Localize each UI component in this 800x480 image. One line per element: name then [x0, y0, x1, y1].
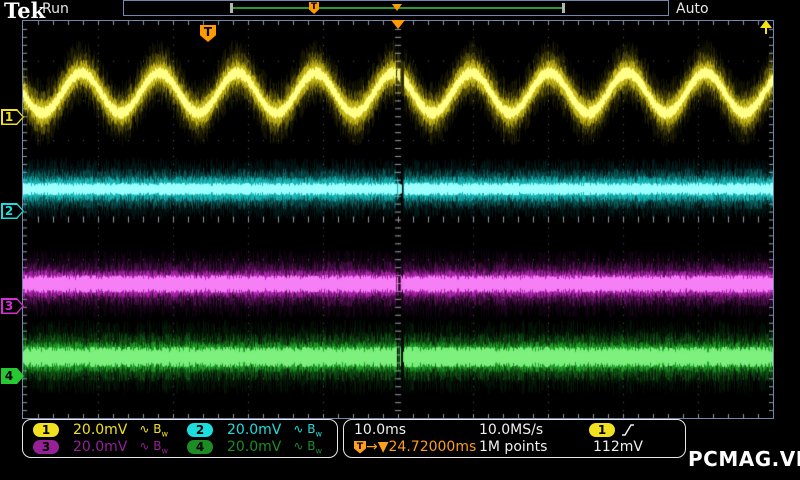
horizontal-trigger-readouts-box[interactable]: 10.0ms 10.0MS/s 1 T →▼24.72000ms 1M points 11… [343, 419, 686, 458]
channel3-coupling-icon: ∿ [139, 439, 149, 453]
channel3-position-marker[interactable]: 3 [1, 298, 24, 314]
channel2-scale: 20.0mV [227, 422, 281, 438]
channel4-scale: 20.0mV [227, 439, 281, 455]
rising-edge-icon [621, 423, 635, 437]
channel3-scale: 20.0mV [73, 439, 127, 455]
graticule: 1 2 3 4 T [22, 20, 774, 419]
oscilloscope-screen: Tek Run T Auto 1 2 3 4 T 1 20.0mV ∿ Bw 2… [0, 0, 800, 480]
waveform-display [23, 21, 773, 418]
timebase-readout: 10.0ms [354, 422, 479, 438]
expansion-point-icon [391, 20, 405, 29]
sample-rate-readout: 10.0MS/s [479, 422, 589, 438]
acquisition-record-bar[interactable]: T [123, 0, 669, 16]
record-length-readout: 1M points [479, 439, 589, 455]
record-view-triangle-icon [392, 4, 402, 11]
channel3-bandwidth-icon: Bw [153, 439, 168, 453]
delay-triangle-icon: ▼ [378, 439, 389, 455]
record-trigger-marker-icon: T [309, 2, 319, 14]
trigger-mode-label: Auto [676, 1, 709, 17]
channel1-coupling-icon: ∿ [139, 422, 149, 436]
channel4-badge[interactable]: 4 [187, 440, 213, 454]
channel1-badge[interactable]: 1 [33, 423, 59, 437]
watermark: PCMAG.VN [688, 447, 800, 471]
channel1-position-marker[interactable]: 1 [1, 109, 24, 125]
trigger-delay-readout: 24.72000ms [389, 439, 477, 455]
channel4-bandwidth-icon: Bw [307, 439, 322, 453]
trigger-source-badge: 1 [589, 423, 615, 437]
channel1-bandwidth-icon: Bw [153, 422, 168, 436]
channel4-position-marker[interactable]: 4 [1, 368, 24, 384]
channel4-coupling-icon: ∿ [293, 439, 303, 453]
acquisition-status: Run [42, 1, 69, 17]
channel2-badge[interactable]: 2 [187, 423, 213, 437]
channel-readouts-box[interactable]: 1 20.0mV ∿ Bw 2 20.0mV ∿ Bw 3 20.0mV ∿ Bw 4 20.… [22, 419, 338, 458]
trigger-delay-flag-icon: T [354, 441, 366, 454]
record-bracket-left [230, 3, 233, 13]
channel2-bandwidth-icon: Bw [307, 422, 322, 436]
record-bracket-right [562, 3, 565, 13]
delay-arrow-icon: → [366, 439, 378, 455]
channel3-badge[interactable]: 3 [33, 440, 59, 454]
channel2-position-marker[interactable]: 2 [1, 203, 24, 219]
trigger-level-readout: 112mV [589, 439, 643, 455]
channel2-coupling-icon: ∿ [293, 422, 303, 436]
channel1-scale: 20.0mV [73, 422, 127, 438]
trigger-level-offscreen-arrow-icon [758, 20, 774, 35]
